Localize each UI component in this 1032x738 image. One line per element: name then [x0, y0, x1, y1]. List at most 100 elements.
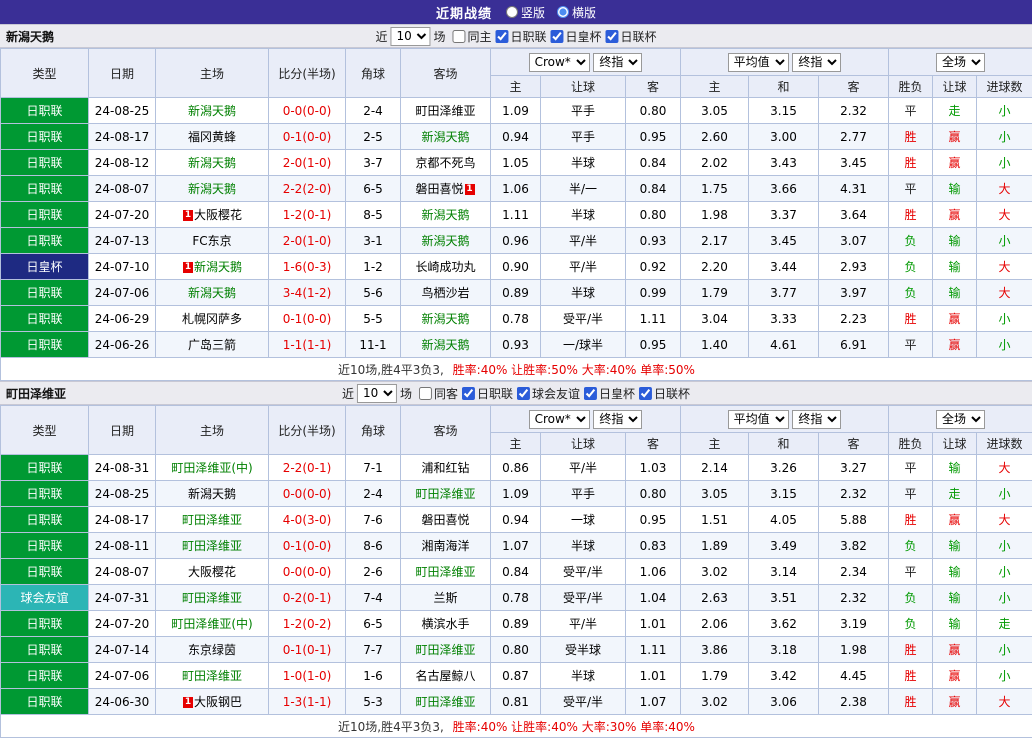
away-team-link[interactable]: 町田泽维亚 — [415, 643, 475, 657]
away-team-link[interactable]: 町田泽维亚 — [415, 104, 475, 118]
match-score[interactable]: 0-2(0-1) — [269, 585, 346, 611]
match-score[interactable]: 0-1(0-0) — [269, 306, 346, 332]
match-count-select[interactable]: 10 — [357, 384, 397, 403]
home-team-link[interactable]: 新潟天鹅 — [188, 286, 236, 300]
filter-checkbox-input[interactable] — [419, 387, 432, 400]
away-team-link[interactable]: 浦和红钻 — [421, 461, 469, 475]
layout-radio-input[interactable] — [557, 6, 569, 18]
home-team-link[interactable]: 町田泽维亚(中) — [171, 461, 252, 475]
result-handicap: 赢 — [933, 202, 977, 228]
avg-stage-select[interactable]: 终指 — [792, 410, 841, 429]
match-score[interactable]: 1-1(1-1) — [269, 332, 346, 358]
away-team-link[interactable]: 磐田喜悦 — [421, 513, 469, 527]
away-team-link[interactable]: 鸟栖沙岩 — [421, 286, 469, 300]
home-team-link[interactable]: 大阪钢巴 — [194, 695, 242, 709]
odds-source-select[interactable]: Crow* — [529, 410, 590, 429]
home-team-link[interactable]: 新潟天鹅 — [188, 182, 236, 196]
home-team-link[interactable]: 新潟天鹅 — [188, 156, 236, 170]
filter-日职联[interactable]: 日职联 — [462, 385, 513, 402]
away-team-link[interactable]: 新潟天鹅 — [421, 338, 469, 352]
filter-球会友谊[interactable]: 球会友谊 — [517, 385, 580, 402]
home-team-link[interactable]: FC东京 — [192, 234, 231, 248]
filter-同主[interactable]: 同主 — [452, 28, 491, 45]
home-team-link[interactable]: 新潟天鹅 — [188, 104, 236, 118]
match-count-select[interactable]: 10 — [390, 27, 430, 46]
away-team-link[interactable]: 湘南海洋 — [421, 539, 469, 553]
away-team-link[interactable]: 町田泽维亚 — [415, 487, 475, 501]
scope-select[interactable]: 全场 — [936, 53, 985, 72]
odds-source-select[interactable]: Crow* — [529, 53, 590, 72]
away-team-link[interactable]: 町田泽维亚 — [415, 565, 475, 579]
match-score[interactable]: 4-0(3-0) — [269, 507, 346, 533]
filter-checkboxes: 同主日职联日皇杯日联杯 — [452, 28, 656, 45]
away-team-link[interactable]: 磐田喜悦 — [415, 182, 463, 196]
away-team-link[interactable]: 京都不死鸟 — [415, 156, 475, 170]
match-score[interactable]: 1-2(0-1) — [269, 202, 346, 228]
odds-stage-select[interactable]: 终指 — [593, 410, 642, 429]
avg-source-select[interactable]: 平均值 — [728, 53, 789, 72]
home-team-link[interactable]: 东京绿茵 — [188, 643, 236, 657]
home-team-link[interactable]: 町田泽维亚(中) — [171, 617, 252, 631]
avg-stage-select[interactable]: 终指 — [792, 53, 841, 72]
odds-stage-select[interactable]: 终指 — [593, 53, 642, 72]
home-team-link[interactable]: 町田泽维亚 — [182, 539, 242, 553]
filter-日联杯[interactable]: 日联杯 — [606, 28, 657, 45]
match-score[interactable]: 1-0(1-0) — [269, 663, 346, 689]
away-team-link[interactable]: 名古屋鲸八 — [415, 669, 475, 683]
away-team-link[interactable]: 新潟天鹅 — [421, 130, 469, 144]
match-score[interactable]: 1-3(1-1) — [269, 689, 346, 715]
filter-日皇杯[interactable]: 日皇杯 — [584, 385, 635, 402]
away-team-link[interactable]: 新潟天鹅 — [421, 208, 469, 222]
away-team-link[interactable]: 新潟天鹅 — [421, 312, 469, 326]
match-score[interactable]: 0-1(0-1) — [269, 637, 346, 663]
filter-checkbox-input[interactable] — [606, 30, 619, 43]
match-score[interactable]: 1-6(0-3) — [269, 254, 346, 280]
match-score[interactable]: 2-2(2-0) — [269, 176, 346, 202]
home-team-link[interactable]: 福冈黄蜂 — [188, 130, 236, 144]
filter-checkbox-input[interactable] — [462, 387, 475, 400]
result-outcome: 平 — [889, 98, 933, 124]
avg-source-select[interactable]: 平均值 — [728, 410, 789, 429]
home-team-link[interactable]: 新潟天鹅 — [194, 260, 242, 274]
match-score[interactable]: 2-2(0-1) — [269, 455, 346, 481]
match-score[interactable]: 0-1(0-0) — [269, 533, 346, 559]
match-score[interactable]: 3-4(1-2) — [269, 280, 346, 306]
avg-draw-odds: 3.45 — [749, 228, 819, 254]
away-team-link[interactable]: 兰斯 — [433, 591, 457, 605]
layout-radio-横版[interactable]: 横版 — [557, 4, 596, 21]
match-score[interactable]: 0-1(0-0) — [269, 124, 346, 150]
home-team-link[interactable]: 大阪樱花 — [194, 208, 242, 222]
filter-日皇杯[interactable]: 日皇杯 — [551, 28, 602, 45]
home-team-link[interactable]: 札幌冈萨多 — [182, 312, 242, 326]
filter-日职联[interactable]: 日职联 — [496, 28, 547, 45]
filter-checkbox-input[interactable] — [452, 30, 465, 43]
match-score[interactable]: 0-0(0-0) — [269, 559, 346, 585]
filter-checkbox-input[interactable] — [496, 30, 509, 43]
match-score[interactable]: 0-0(0-0) — [269, 98, 346, 124]
filter-同客[interactable]: 同客 — [419, 385, 458, 402]
scope-select[interactable]: 全场 — [936, 410, 985, 429]
filter-checkbox-input[interactable] — [551, 30, 564, 43]
home-team-link[interactable]: 新潟天鹅 — [188, 487, 236, 501]
match-score[interactable]: 0-0(0-0) — [269, 481, 346, 507]
home-team-link[interactable]: 町田泽维亚 — [182, 669, 242, 683]
home-team-link[interactable]: 大阪樱花 — [188, 565, 236, 579]
filter-日联杯[interactable]: 日联杯 — [639, 385, 690, 402]
filter-checkbox-input[interactable] — [584, 387, 597, 400]
away-team-link[interactable]: 长崎成功丸 — [415, 260, 475, 274]
layout-radio-input[interactable] — [506, 6, 518, 18]
home-team-link[interactable]: 广岛三箭 — [188, 338, 236, 352]
layout-radio-竖版[interactable]: 竖版 — [506, 4, 545, 21]
home-team-link[interactable]: 町田泽维亚 — [182, 513, 242, 527]
match-row: 日职联24-07-13FC东京2-0(1-0)3-1新潟天鹅0.96平/半0.9… — [1, 228, 1032, 254]
filter-checkbox-input[interactable] — [639, 387, 652, 400]
away-team-link[interactable]: 新潟天鹅 — [421, 234, 469, 248]
home-team-link[interactable]: 町田泽维亚 — [182, 591, 242, 605]
match-score[interactable]: 1-2(0-2) — [269, 611, 346, 637]
match-score[interactable]: 2-0(1-0) — [269, 150, 346, 176]
away-team-link[interactable]: 横滨水手 — [421, 617, 469, 631]
match-score[interactable]: 2-0(1-0) — [269, 228, 346, 254]
filter-checkbox-input[interactable] — [517, 387, 530, 400]
away-team-link[interactable]: 町田泽维亚 — [415, 695, 475, 709]
home-team-cell: 东京绿茵 — [156, 637, 269, 663]
